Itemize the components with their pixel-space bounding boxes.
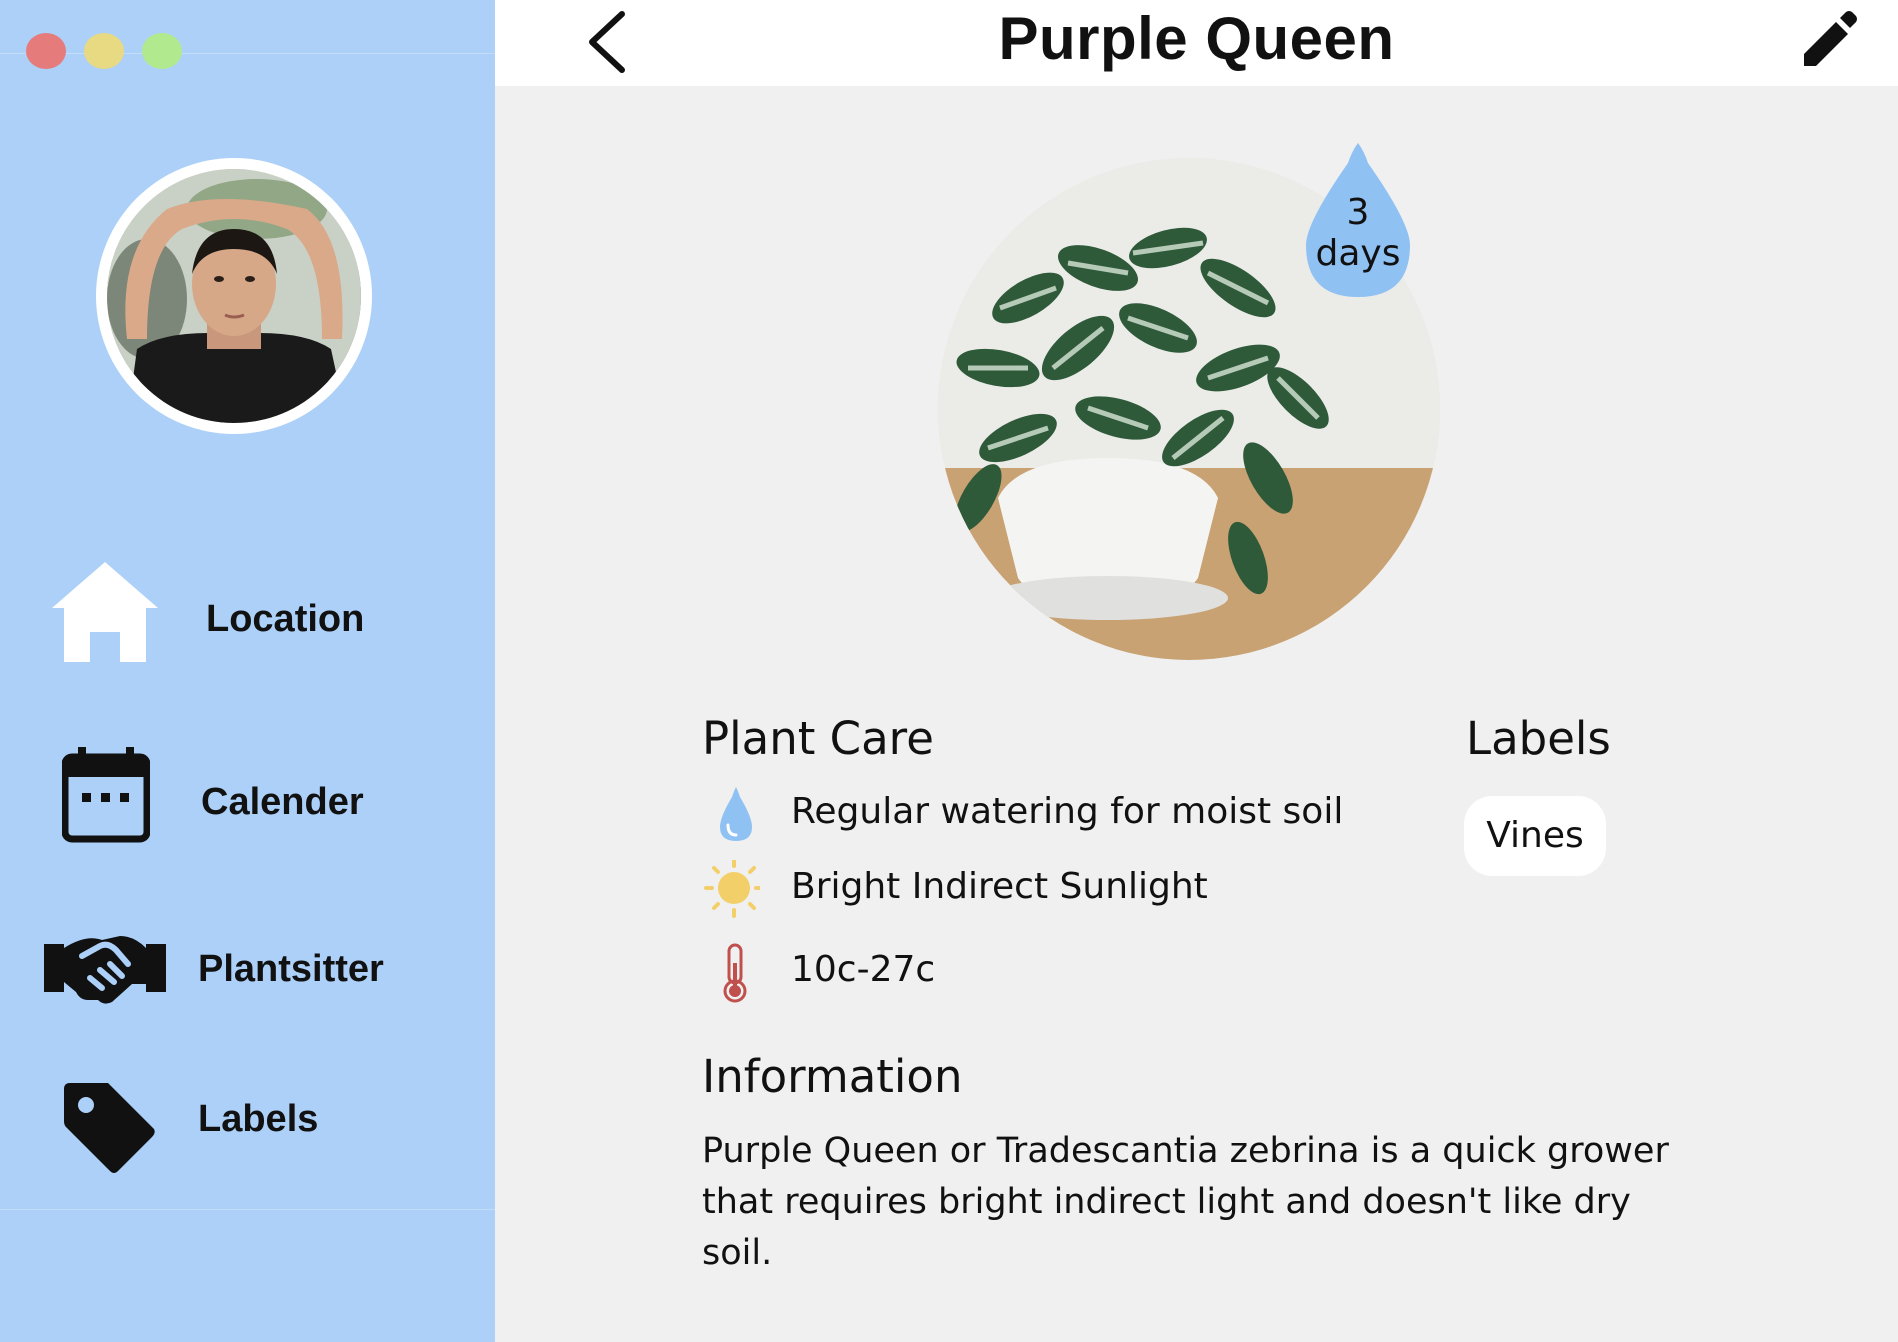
sidebar-item-location[interactable]: Location [0, 560, 495, 680]
information-text: Purple Queen or Tradescantia zebrina is … [702, 1126, 1702, 1279]
sidebar-item-label: Calender [201, 781, 364, 823]
sidebar-divider [0, 1209, 495, 1210]
sidebar: Location Calender Plantsitter Labels [0, 0, 495, 1342]
sidebar-item-calender[interactable]: Calender [0, 745, 495, 865]
care-item-text: Regular watering for moist soil [791, 791, 1344, 832]
maximize-window-button[interactable] [142, 33, 182, 69]
water-drop-icon [720, 787, 752, 841]
information-title: Information [702, 1050, 963, 1103]
avatar[interactable] [96, 158, 372, 434]
person-photo-illustration [107, 169, 361, 423]
minimize-window-button[interactable] [84, 33, 124, 69]
plant-care-title: Plant Care [702, 712, 934, 765]
label-chip-vines[interactable]: Vines [1464, 796, 1606, 876]
thermometer-icon [723, 943, 747, 1003]
handshake-icon [44, 936, 166, 1004]
information-line: that requires bright indirect light and … [702, 1182, 1631, 1273]
watering-countdown-unit: days [1315, 233, 1401, 274]
sidebar-item-plantsitter[interactable]: Plantsitter [0, 920, 495, 1040]
close-window-button[interactable] [26, 33, 66, 69]
page-title: Purple Queen [998, 5, 1395, 72]
care-item-text: Bright Indirect Sunlight [791, 866, 1208, 907]
watering-countdown-text: 3 days [1306, 192, 1410, 274]
pencil-icon[interactable] [1800, 10, 1858, 70]
avatar-photo [107, 169, 361, 423]
sidebar-item-label: Location [206, 598, 365, 640]
labels-title: Labels [1466, 712, 1611, 765]
information-line: Purple Queen or Tradescantia zebrina is … [702, 1131, 1669, 1171]
sun-icon [704, 860, 760, 918]
tag-icon [64, 1083, 155, 1173]
watering-countdown-value: 3 [1346, 192, 1370, 233]
header: Purple Queen [495, 0, 1898, 86]
window-controls [26, 33, 182, 69]
sidebar-item-labels[interactable]: Labels [0, 1075, 495, 1195]
calendar-icon [62, 747, 150, 843]
sidebar-item-label: Labels [198, 1098, 319, 1140]
sidebar-item-label: Plantsitter [198, 948, 384, 990]
home-icon [52, 562, 158, 662]
care-item-text: 10c-27c [791, 949, 936, 990]
